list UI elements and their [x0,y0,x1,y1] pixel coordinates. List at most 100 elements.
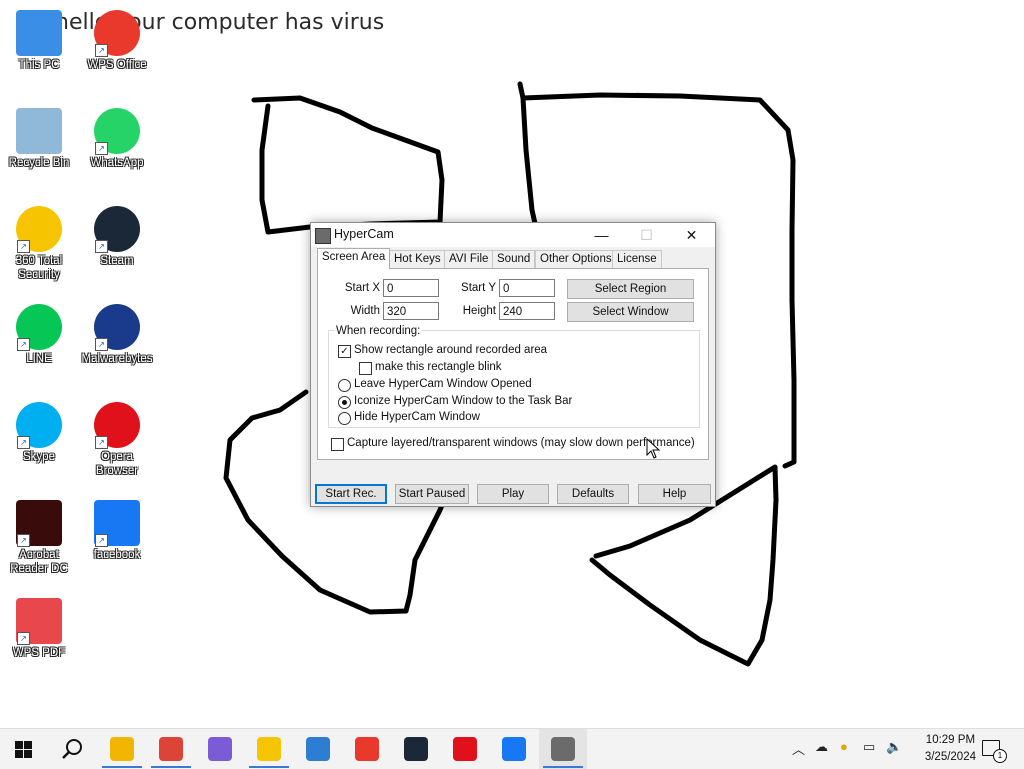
hypercam-window[interactable]: HyperCam — ☐ ✕ Screen Area Hot Keys AVI … [310,222,716,507]
360-security-icon: ↗ [16,206,62,253]
shortcut-arrow-icon: ↗ [95,534,108,547]
file-explorer-icon [110,737,134,761]
shortcut-arrow-icon: ↗ [17,338,30,351]
desktop-icon-wps-pdf[interactable]: ↗ WPS PDF [1,598,77,660]
width-label: Width [350,305,380,317]
desktop-icon-skype[interactable]: ↗ Skype [1,402,77,464]
opera-icon: ↗ [94,402,140,449]
desktop-icon-acrobat[interactable]: ↗ Acrobat Reader DC [1,500,77,576]
minimize-button[interactable]: — [579,223,624,247]
title-bar[interactable]: HyperCam — ☐ ✕ [311,223,715,247]
desktop-icon-label: WPS Office [87,59,147,71]
show-rectangle-checkbox[interactable]: ✓ [338,345,351,358]
help-button[interactable]: Help [638,484,711,504]
facebook-icon [502,737,526,761]
desktop-icon-line[interactable]: ↗ LINE [1,304,77,366]
start-button[interactable] [15,741,32,758]
taskbar-steam-button[interactable] [392,729,440,769]
blink-checkbox[interactable] [359,362,372,375]
acrobat-icon: ↗ [16,500,62,547]
wps-office-icon [355,737,379,761]
start-y-field[interactable]: 0 [499,279,555,297]
width-field[interactable]: 320 [383,302,439,320]
wps-office-icon: ↗ [94,10,140,57]
line-icon: ↗ [16,304,62,351]
start-y-label: Start Y [461,282,496,294]
taskbar-chrome-button[interactable] [147,729,195,769]
desktop-icon-opera[interactable]: ↗ Opera Browser [79,402,155,478]
wps-pdf-icon: ↗ [16,598,62,645]
onedrive-icon[interactable]: ☁ [815,739,828,755]
group-title: When recording: [334,325,423,337]
steam-icon [404,737,428,761]
desktop-icon-whatsapp[interactable]: ↗ WhatsApp [79,108,155,170]
defaults-button[interactable]: Defaults [557,484,629,504]
malwarebytes-icon: ↗ [94,304,140,351]
start-paused-button[interactable]: Start Paused [395,484,469,504]
taskbar-hypercam-button[interactable] [539,729,587,769]
start-rec-button[interactable]: Start Rec. [315,484,387,504]
taskbar-wps-office-button[interactable] [343,729,391,769]
tab-other-options[interactable]: Other Options [535,250,617,268]
desktop-icon-label: Malwarebytes [81,353,153,365]
search-icon[interactable] [61,738,83,760]
desktop-icon-steam[interactable]: ↗ Steam [79,206,155,268]
taskbar-360-security-button[interactable] [245,729,293,769]
taskbar-copilot-button[interactable] [196,729,244,769]
shortcut-arrow-icon: ↗ [17,436,30,449]
network-icon[interactable]: ▭ [863,739,875,755]
desktop-icon-malwarebytes[interactable]: ↗ Malwarebytes [79,304,155,366]
start-x-field[interactable]: 0 [383,279,439,297]
leave-open-radio[interactable] [338,379,351,392]
desktop-icon-facebook[interactable]: ↗ facebook [79,500,155,562]
taskbar-opera-button[interactable] [441,729,489,769]
hide-window-radio[interactable] [338,412,351,425]
steam-icon: ↗ [94,206,140,253]
shortcut-arrow-icon: ↗ [95,338,108,351]
tab-screen-area[interactable]: Screen Area [317,248,391,269]
taskbar-facebook-button[interactable] [490,729,538,769]
shortcut-arrow-icon: ↗ [95,240,108,253]
tab-sound[interactable]: Sound [492,250,536,268]
iconize-radio[interactable] [338,396,351,409]
shortcut-arrow-icon: ↗ [17,534,30,547]
desktop-icon-recycle-bin[interactable]: Recycle Bin [1,108,77,170]
close-button[interactable]: ✕ [669,223,714,247]
desktop-icon-360-security[interactable]: ↗ 360 Total Security [1,206,77,282]
desktop-icon-label: Acrobat Reader DC [10,549,68,575]
desktop-icon-label: Steam [100,255,134,267]
taskbar-file-explorer-button[interactable] [98,729,146,769]
chevron-up-icon[interactable]: ︿ [792,739,805,758]
360-tray-icon[interactable]: ● [840,739,848,754]
maximize-button[interactable]: ☐ [624,223,669,247]
screen-area-panel: Start X 0 Start Y 0 Select Region Width … [317,268,709,460]
select-window-button[interactable]: Select Window [567,302,694,322]
select-region-button[interactable]: Select Region [567,279,694,299]
tab-hot-keys[interactable]: Hot Keys [389,250,446,268]
desktop-icon-this-pc[interactable]: This PC [1,10,77,72]
copilot-icon [208,737,232,761]
tab-avi-file[interactable]: AVI File [444,250,494,268]
desktop-icon-wps-office[interactable]: ↗ WPS Office [79,10,155,72]
mouse-cursor-icon [646,438,661,459]
360-security-icon [257,737,281,761]
taskbar-downloader-button[interactable] [294,729,342,769]
hide-window-label: Hide HyperCam Window [354,411,480,423]
time: 10:29 PM [925,734,976,746]
chrome-icon [159,737,183,761]
capture-layered-label: Capture layered/transparent windows (may… [347,437,695,449]
desktop-icon-label: WhatsApp [90,157,144,169]
desktop-icon-label: Recycle Bin [8,157,70,169]
clock[interactable]: 10:29 PM 3/25/2024 [925,732,976,766]
capture-layered-checkbox[interactable] [331,438,344,451]
height-label: Height [462,305,496,317]
desktop-icon-label: LINE [26,353,52,365]
volume-muted-icon[interactable]: 🔈 [886,739,902,755]
height-field[interactable]: 240 [499,302,555,320]
tab-license[interactable]: License [612,250,662,268]
taskbar: ︿ ☁ ● ▭ 🔈 10:29 PM 3/25/2024 1 [0,728,1024,769]
notification-count-badge: 1 [993,749,1007,763]
play-button[interactable]: Play [477,484,549,504]
desktop[interactable]: hello your computer has virus This PC ↗ WP… [0,0,1024,728]
shortcut-arrow-icon: ↗ [17,240,30,253]
